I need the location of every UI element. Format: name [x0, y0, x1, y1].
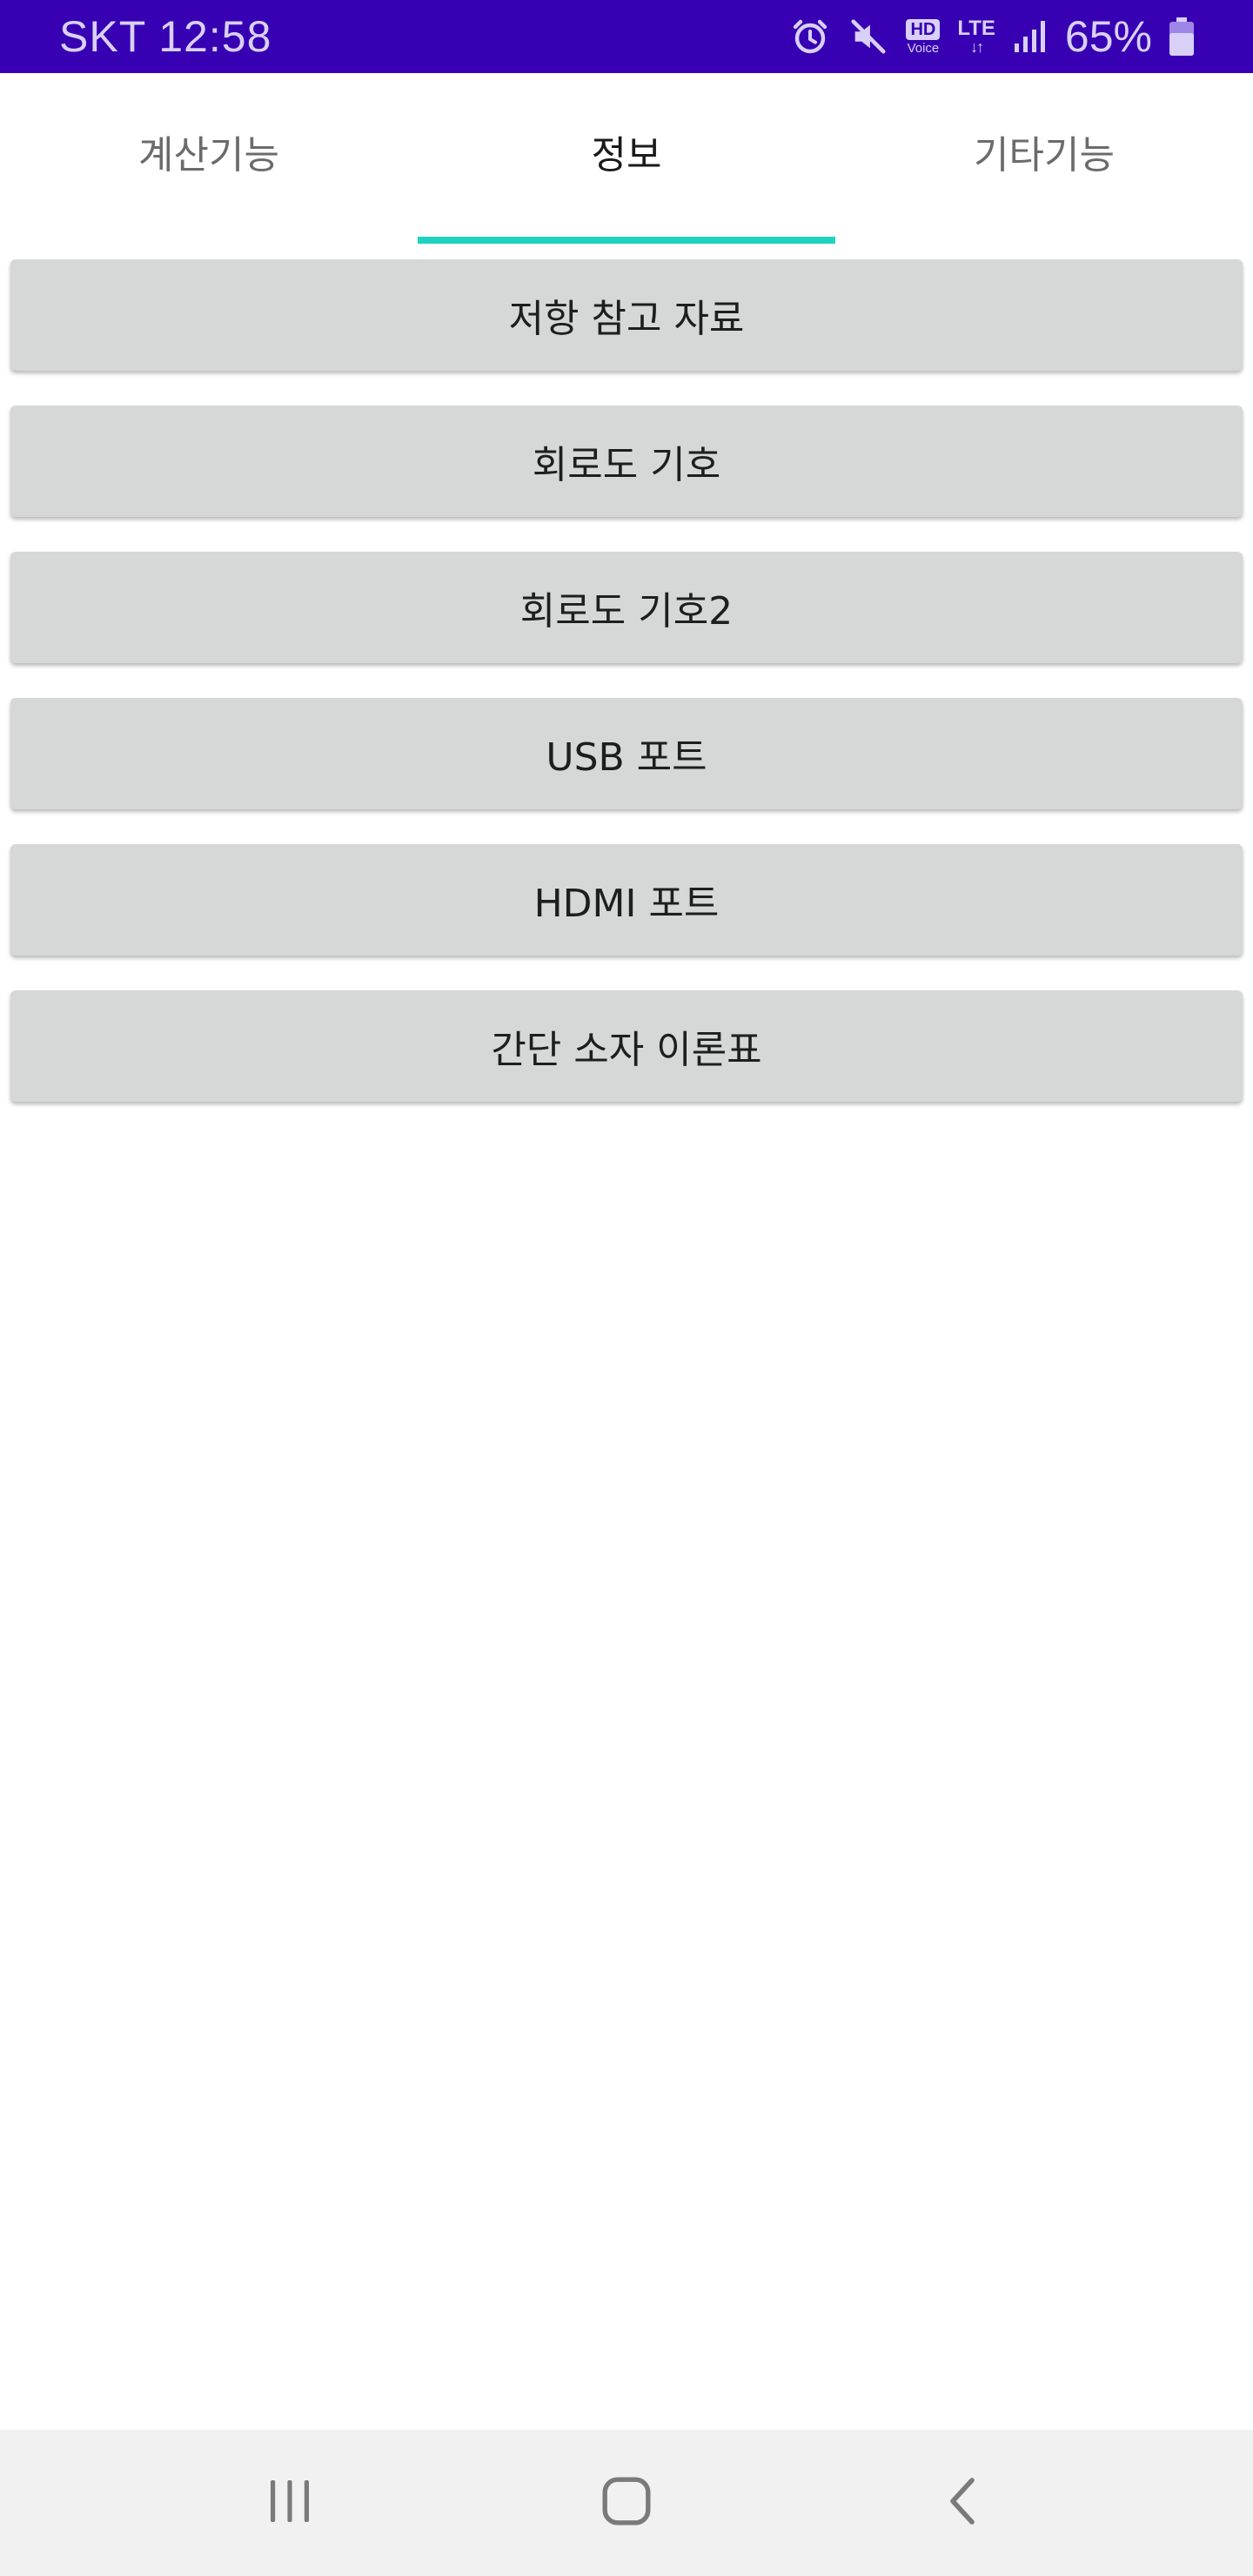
tab-label: 정보: [591, 133, 662, 178]
hd-voice-icon: HD Voice: [906, 18, 941, 56]
button-label: HDMI 포트: [533, 882, 720, 926]
battery-percent: 65%: [1064, 12, 1152, 61]
tab-label: 계산기능: [138, 133, 279, 178]
recent-apps-button[interactable]: [220, 2451, 359, 2555]
signal-icon: [1013, 19, 1048, 54]
hdmi-port-button[interactable]: HDMI 포트: [10, 844, 1243, 956]
tab-other[interactable]: 기타기능: [835, 73, 1253, 244]
lte-icon: LTE ↓↑: [957, 17, 995, 56]
tab-indicator: [835, 237, 1253, 244]
home-button[interactable]: [557, 2451, 696, 2555]
button-label: 회로도 기호: [532, 443, 721, 487]
button-label: 회로도 기호2: [519, 589, 734, 634]
home-icon: [600, 2474, 653, 2532]
tab-indicator: [0, 237, 418, 244]
voice-label: Voice: [907, 40, 940, 56]
tab-bar: 계산기능 정보 기타기능: [0, 73, 1253, 244]
tab-calculation[interactable]: 계산기능: [0, 73, 418, 244]
usb-port-button[interactable]: USB 포트: [10, 698, 1243, 809]
battery-icon: [1169, 17, 1194, 56]
status-bar: SKT 12:58 HD Voice LTE ↓↑ 65%: [0, 0, 1253, 73]
carrier-label: SKT: [59, 12, 147, 61]
button-label: USB 포트: [546, 735, 707, 780]
lte-arrows: ↓↑: [970, 38, 984, 56]
circuit-symbols-button[interactable]: 회로도 기호: [10, 406, 1243, 517]
button-label: 저항 참고 자료: [508, 297, 745, 341]
navigation-bar: [0, 2430, 1253, 2576]
recent-apps-icon: [264, 2475, 316, 2531]
tab-info[interactable]: 정보: [418, 73, 835, 244]
hd-label: HD: [906, 18, 941, 40]
tab-label: 기타기능: [974, 133, 1115, 178]
status-left: SKT 12:58: [59, 11, 271, 62]
lte-label: LTE: [957, 17, 995, 40]
alarm-icon: [789, 16, 831, 57]
info-button-list: 저항 참고 자료 회로도 기호 회로도 기호2 USB 포트 HDMI 포트 간…: [10, 259, 1243, 1137]
screen: SKT 12:58 HD Voice LTE ↓↑ 65% 계산기능 정보 기타…: [0, 0, 1253, 2576]
tab-indicator: [418, 237, 835, 244]
component-theory-button[interactable]: 간단 소자 이론표: [10, 990, 1243, 1102]
resistor-reference-button[interactable]: 저항 참고 자료: [10, 259, 1243, 371]
back-icon: [939, 2475, 988, 2531]
circuit-symbols-2-button[interactable]: 회로도 기호2: [10, 552, 1243, 663]
mute-icon: [848, 17, 888, 57]
status-right: HD Voice LTE ↓↑ 65%: [789, 11, 1194, 62]
clock: 12:58: [158, 12, 272, 61]
back-button[interactable]: [894, 2451, 1033, 2555]
button-label: 간단 소자 이론표: [491, 1028, 762, 1072]
